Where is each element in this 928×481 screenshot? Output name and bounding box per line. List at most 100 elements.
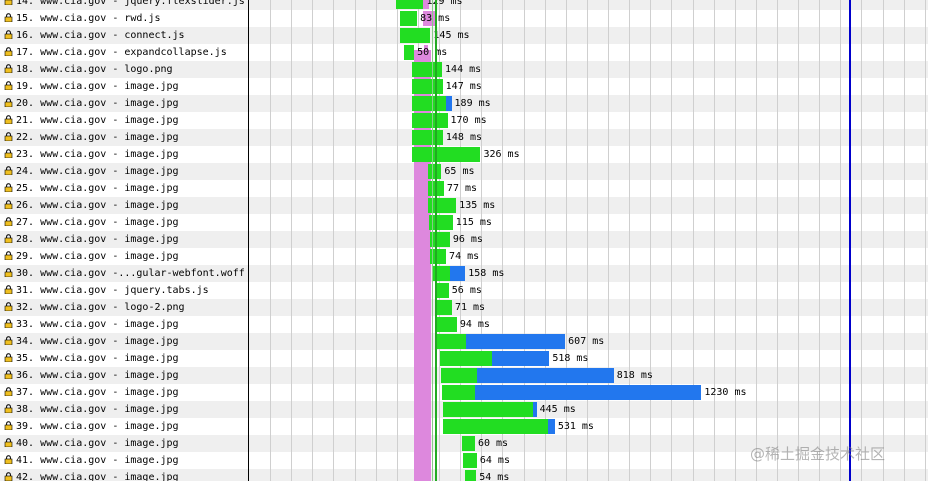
grid-line [291, 0, 293, 481]
request-name: 27. www.cia.gov - image.jpg [16, 217, 179, 228]
request-label: 31. www.cia.gov - jquery.tabs.js [0, 282, 248, 299]
lock-icon [4, 368, 13, 380]
waterfall-chart: 14. www.cia.gov - jquery.flexslider.js 15… [0, 0, 928, 481]
content-bar [440, 368, 477, 383]
lock-icon [4, 215, 13, 227]
request-label: 14. www.cia.gov - jquery.flexslider.js [0, 0, 248, 10]
duration-label: 74 ms [449, 251, 480, 262]
lock-icon [4, 300, 13, 312]
request-name: 19. www.cia.gov - image.jpg [16, 81, 179, 92]
request-label: 38. www.cia.gov - image.jpg [0, 401, 248, 418]
download-bar [475, 385, 702, 400]
lock-icon [4, 130, 13, 142]
request-name: 39. www.cia.gov - image.jpg [16, 421, 179, 432]
content-bar [462, 436, 475, 451]
content-bar [396, 0, 424, 9]
request-label: 40. www.cia.gov - image.jpg [0, 435, 248, 452]
content-bar [403, 45, 415, 60]
request-name: 24. www.cia.gov - image.jpg [16, 166, 179, 177]
request-label: 39. www.cia.gov - image.jpg [0, 418, 248, 435]
grid-line [312, 0, 314, 481]
lock-icon [4, 436, 13, 448]
download-bar [476, 368, 614, 383]
request-label: 16. www.cia.gov - connect.js [0, 27, 248, 44]
grid-line [629, 0, 631, 481]
dom-loaded-line [432, 0, 434, 481]
request-label: 32. www.cia.gov - logo-2.png [0, 299, 248, 316]
duration-label: 170 ms [450, 115, 487, 126]
request-name: 34. www.cia.gov - image.jpg [16, 336, 179, 347]
request-label: 34. www.cia.gov - image.jpg [0, 333, 248, 350]
request-name: 14. www.cia.gov - jquery.flexslider.js [16, 0, 245, 7]
lock-icon [4, 351, 13, 363]
request-label: 33. www.cia.gov - image.jpg [0, 316, 248, 333]
duration-label: 144 ms [445, 64, 482, 75]
request-name: 23. www.cia.gov - image.jpg [16, 149, 179, 160]
grid-line [270, 0, 272, 481]
grid-line [840, 0, 842, 481]
lock-icon [4, 283, 13, 295]
lock-icon [4, 62, 13, 74]
grid-line [713, 0, 715, 481]
lock-icon [4, 334, 13, 346]
request-name: 36. www.cia.gov - image.jpg [16, 370, 179, 381]
duration-label: 96 ms [452, 234, 483, 245]
content-bar [436, 334, 466, 349]
lock-icon [4, 79, 13, 91]
duration-label: 145 ms [433, 30, 470, 41]
download-bar [533, 402, 537, 417]
download-bar [450, 266, 466, 281]
request-name: 16. www.cia.gov - connect.js [16, 30, 185, 41]
lock-icon [4, 385, 13, 397]
lock-icon [4, 317, 13, 329]
request-name: 29. www.cia.gov - image.jpg [16, 251, 179, 262]
duration-label: 607 ms [568, 336, 605, 347]
content-bar [399, 28, 431, 43]
download-bar [548, 419, 555, 434]
timeline-area: 129 ms 83 ms 145 ms 50 ms 144 ms 147 ms 189 ms… [249, 0, 928, 481]
lock-icon [4, 181, 13, 193]
onload-line [848, 0, 851, 481]
lock-icon [4, 266, 13, 278]
content-bar [411, 113, 448, 128]
duration-label: 818 ms [616, 370, 653, 381]
lock-icon [4, 249, 13, 261]
request-name: 37. www.cia.gov - image.jpg [16, 387, 179, 398]
content-bar [411, 62, 443, 77]
duration-label: 135 ms [459, 200, 496, 211]
request-name: 22. www.cia.gov - image.jpg [16, 132, 179, 143]
content-bar [436, 317, 457, 332]
request-label: 19. www.cia.gov - image.jpg [0, 78, 248, 95]
content-bar [442, 402, 534, 417]
content-bar [411, 130, 443, 145]
watermark: @稀土掘金技术社区 [750, 445, 886, 463]
render-start-line [434, 0, 437, 481]
request-label: 29. www.cia.gov - image.jpg [0, 248, 248, 265]
duration-label: 189 ms [454, 98, 491, 109]
request-name: 17. www.cia.gov - expandcollapse.js [16, 47, 227, 58]
request-name: 30. www.cia.gov -...gular-webfont.woff [16, 268, 245, 279]
request-label: 23. www.cia.gov - image.jpg [0, 146, 248, 163]
duration-label: 94 ms [459, 319, 490, 330]
duration-label: 326 ms [483, 149, 520, 160]
grid-line [882, 0, 884, 481]
grid-line [375, 0, 377, 481]
duration-label: 71 ms [454, 302, 486, 313]
lock-icon [4, 453, 13, 465]
request-label: 41. www.cia.gov - image.jpg [0, 452, 248, 469]
grid-line [819, 0, 821, 481]
download-bar [445, 96, 452, 111]
request-label: 24. www.cia.gov - image.jpg [0, 163, 248, 180]
grid-line [755, 0, 757, 481]
request-label: 30. www.cia.gov -...gular-webfont.woff [0, 265, 248, 282]
request-name: 15. www.cia.gov - rwd.js [16, 13, 161, 24]
lock-icon [4, 96, 13, 108]
lock-icon [4, 11, 13, 23]
duration-label: 445 ms [539, 404, 576, 415]
request-name: 31. www.cia.gov - jquery.tabs.js [16, 285, 209, 296]
duration-label: 158 ms [468, 268, 505, 279]
grid-line [396, 0, 398, 481]
grid-line [586, 0, 588, 481]
lock-icon [4, 470, 13, 481]
lock-icon [4, 198, 13, 210]
